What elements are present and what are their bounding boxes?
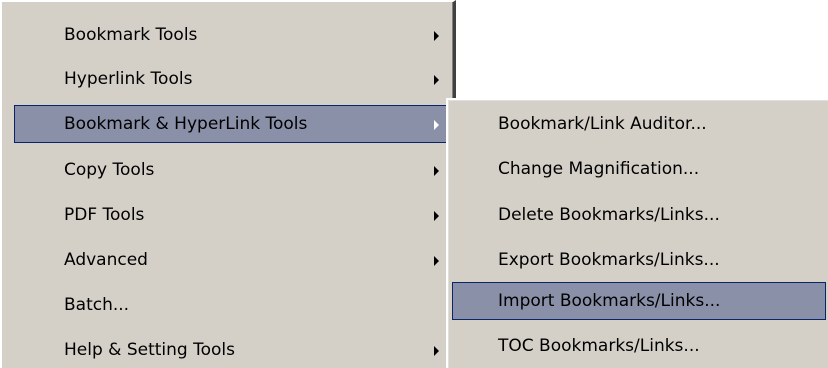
menu-item-label: Advanced (64, 250, 148, 270)
submenu-arrow-icon (434, 166, 439, 176)
submenu-arrow-icon (434, 120, 439, 130)
submenu-arrow-icon (434, 31, 439, 41)
menu-item-bookmark-hyperlink-tools[interactable]: Bookmark & HyperLink Tools (14, 105, 452, 143)
menu-item-advanced[interactable]: Advanced (14, 241, 452, 279)
submenu-arrow-icon (434, 346, 439, 356)
menu-item-label: Bookmark Tools (64, 25, 198, 45)
menu-item-pdf-tools[interactable]: PDF Tools (14, 196, 452, 234)
menu-item-batch[interactable]: Batch... (14, 286, 452, 324)
menu-item-label: Hyperlink Tools (64, 69, 193, 89)
submenu-arrow-icon (434, 211, 439, 221)
submenu-item-export-bookmarks-links[interactable]: Export Bookmarks/Links... (452, 241, 826, 279)
submenu-item-label: TOC Bookmarks/Links... (498, 336, 700, 356)
menu-item-label: Help & Setting Tools (64, 340, 235, 360)
menu-item-label: Bookmark & HyperLink Tools (64, 114, 308, 134)
bookmark-hyperlink-submenu: Bookmark/Link Auditor... Change Magnific… (446, 98, 828, 368)
submenu-item-label: Export Bookmarks/Links... (498, 250, 720, 270)
menu-item-label: Copy Tools (64, 160, 155, 180)
submenu-item-change-magnification[interactable]: Change Magnification... (452, 150, 826, 188)
submenu-item-label: Change Magnification... (498, 159, 700, 179)
menu-item-copy-tools[interactable]: Copy Tools (14, 151, 452, 189)
main-context-menu: Bookmark Tools Hyperlink Tools Bookmark … (0, 0, 456, 368)
menu-item-label: Batch... (64, 295, 130, 315)
submenu-item-import-bookmarks-links[interactable]: Import Bookmarks/Links... (452, 282, 826, 320)
submenu-item-label: Import Bookmarks/Links... (498, 291, 721, 311)
menu-item-bookmark-tools[interactable]: Bookmark Tools (14, 16, 452, 54)
menu-item-hyperlink-tools[interactable]: Hyperlink Tools (14, 60, 452, 98)
menu-item-help-setting-tools[interactable]: Help & Setting Tools (14, 331, 452, 368)
submenu-arrow-icon (434, 75, 439, 85)
menu-item-label: PDF Tools (64, 205, 145, 225)
submenu-item-bookmark-link-auditor[interactable]: Bookmark/Link Auditor... (452, 105, 826, 143)
submenu-arrow-icon (434, 256, 439, 266)
submenu-item-label: Bookmark/Link Auditor... (498, 114, 707, 134)
submenu-item-delete-bookmarks-links[interactable]: Delete Bookmarks/Links... (452, 196, 826, 234)
submenu-item-label: Delete Bookmarks/Links... (498, 205, 720, 225)
screenshot-stage: Bookmark Tools Hyperlink Tools Bookmark … (0, 0, 828, 368)
submenu-item-toc-bookmarks-links[interactable]: TOC Bookmarks/Links... (452, 327, 826, 365)
